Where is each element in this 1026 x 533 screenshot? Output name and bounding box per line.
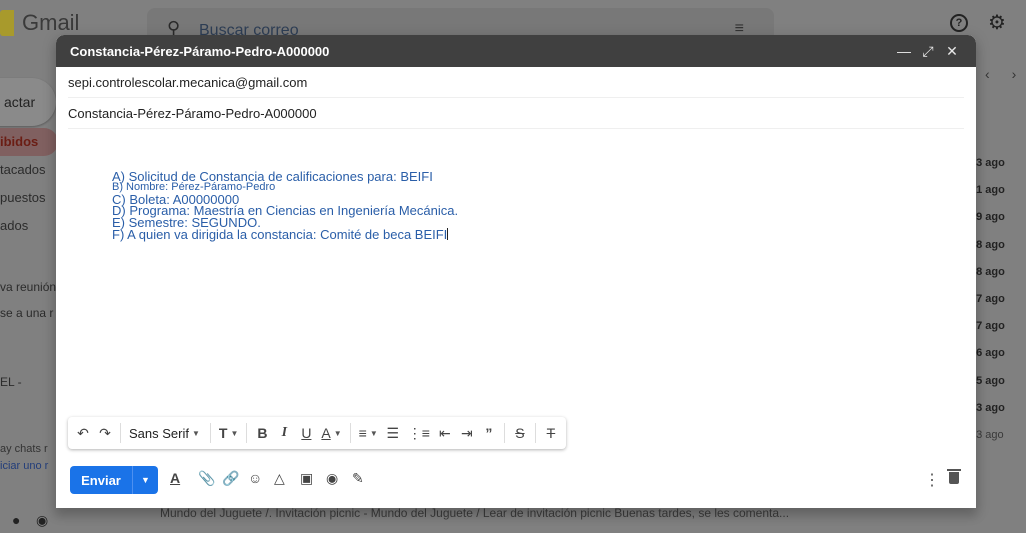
pagination-arrows[interactable]: ‹› — [985, 66, 1026, 82]
email-date: 23 ago — [970, 157, 1005, 169]
body-line: B) Nombre: Pérez-Páramo-Pedro — [112, 181, 276, 194]
attach-file-icon[interactable]: 📎 — [198, 470, 215, 487]
chevron-down-icon: ▼ — [333, 428, 342, 438]
indent-more-icon[interactable]: ⇥ — [456, 419, 478, 447]
no-chats-text: ay chats r — [0, 443, 48, 455]
start-chat-link[interactable]: iciar uno r — [0, 460, 56, 472]
gmail-logo-text: Gmail — [22, 10, 80, 35]
more-options-icon[interactable]: ⋮ — [924, 470, 940, 490]
email-date: 13 ago — [970, 401, 1005, 414]
email-date: 15 ago — [970, 374, 1005, 387]
send-button-group: Enviar ▼ — [70, 466, 158, 494]
fullscreen-icon[interactable]: ⤢ — [918, 43, 938, 60]
compose-button-label: actar — [4, 94, 36, 110]
help-icon[interactable]: ? — [950, 14, 968, 32]
email-date: 17 ago — [970, 292, 1005, 305]
meet-new-meeting[interactable]: va reunión — [0, 280, 56, 294]
minimize-icon[interactable]: — — [894, 43, 914, 59]
insert-photo-icon[interactable]: ▣ — [300, 470, 313, 487]
trash-bin — [949, 472, 959, 484]
body-line: F) A quien va dirigida la constancia: Co… — [112, 227, 976, 243]
discard-draft-icon[interactable] — [947, 469, 961, 484]
email-date: 13 ago — [970, 428, 1004, 441]
confidential-mode-icon[interactable]: ◉ — [326, 470, 338, 487]
hangouts-bottom-icons[interactable]: ● ◉ — [12, 512, 48, 529]
sidebar-item-snoozed[interactable]: puestos — [0, 184, 58, 212]
email-date: 18 ago — [970, 265, 1005, 278]
bulleted-list-icon[interactable]: ⋮≡ — [404, 419, 434, 447]
body-line-text: F) A quien va dirigida la constancia: Co… — [112, 227, 448, 243]
numbered-list-icon[interactable]: ☰ — [382, 419, 404, 447]
font-family-label: Sans Serif — [129, 425, 189, 441]
message-body[interactable]: A) Solicitud de Constancia de calificaci… — [56, 131, 976, 421]
align-icon[interactable]: ≡ ▼ — [355, 419, 382, 447]
redo-icon[interactable]: ↷ — [94, 419, 116, 447]
trash-lid — [947, 469, 961, 471]
gmail-logo: Gmail — [0, 10, 79, 36]
undo-icon[interactable]: ↶ — [72, 419, 94, 447]
sidebar-item-inbox[interactable]: ibidos — [0, 128, 58, 156]
signature-pen-icon[interactable]: ✎ — [352, 470, 364, 487]
formatting-toolbar: ↶ ↷ Sans Serif ▼ T ▼ B I U A ▼ ≡ ▼ ☰ ⋮≡ ⇤ ⇥ … — [68, 417, 566, 449]
font-family-select[interactable]: Sans Serif ▼ — [125, 419, 206, 447]
toolbar-divider — [120, 423, 121, 443]
indent-less-icon[interactable]: ⇤ — [434, 419, 456, 447]
sidebar-item-sent[interactable]: ados — [0, 212, 58, 240]
chevron-down-icon: ▼ — [230, 428, 239, 438]
send-button[interactable]: Enviar — [70, 473, 132, 488]
toolbar-divider — [349, 423, 351, 443]
compose-title: Constancia-Pérez-Páramo-Pedro-A000000 — [70, 43, 330, 59]
compose-actions-bar: Enviar ▼ A 📎 🔗 ☺ △ ▣ ◉ ✎ ⋮ — [56, 460, 976, 502]
compose-button[interactable]: actar — [0, 78, 56, 126]
email-date-column: 23 ago 21 ago 19 ago 18 ago 18 ago 17 ag… — [968, 150, 1026, 449]
compose-window: Constancia-Pérez-Páramo-Pedro-A000000 — … — [56, 35, 976, 508]
email-date: 16 ago — [970, 347, 1005, 360]
subject-field[interactable]: Constancia-Pérez-Páramo-Pedro-A000000 — [68, 98, 964, 129]
italic-icon[interactable]: I — [273, 419, 295, 447]
compose-header[interactable]: Constancia-Pérez-Páramo-Pedro-A000000 — … — [56, 35, 976, 67]
sidebar: ibidos tacados puestos ados — [0, 128, 58, 240]
to-field[interactable]: sepi.controlescolar.mecanica@gmail.com — [68, 67, 964, 98]
chevron-down-icon: ▼ — [191, 428, 200, 438]
email-date: 17 ago — [970, 320, 1005, 333]
text-cursor — [447, 228, 449, 241]
quote-icon[interactable]: ” — [478, 419, 500, 447]
insert-link-icon[interactable]: 🔗 — [222, 470, 239, 487]
toolbar-divider — [503, 423, 505, 443]
email-date: 21 ago — [970, 184, 1005, 197]
emoji-icon[interactable]: ☺ — [248, 470, 262, 486]
meet-join-meeting[interactable]: se a una r — [0, 306, 56, 320]
chevron-down-icon: ▼ — [369, 428, 378, 438]
hangouts-user[interactable]: EL - — [0, 375, 56, 389]
email-date: 18 ago — [970, 238, 1005, 251]
font-size-icon[interactable]: T ▼ — [215, 419, 242, 447]
close-icon[interactable]: ✕ — [942, 43, 962, 60]
bold-icon[interactable]: B — [251, 419, 273, 447]
sidebar-item-starred[interactable]: tacados — [0, 156, 58, 184]
google-drive-icon[interactable]: △ — [274, 470, 285, 487]
toolbar-divider — [534, 423, 536, 443]
remove-formatting-icon[interactable]: T — [540, 419, 562, 447]
strikethrough-icon[interactable]: S — [509, 419, 531, 447]
formatting-options-icon[interactable]: A — [170, 470, 180, 486]
settings-gear-icon[interactable]: ⚙ — [988, 10, 1006, 35]
gmail-logo-mark — [0, 10, 14, 36]
email-date: 19 ago — [970, 211, 1005, 224]
text-color-icon[interactable]: A ▼ — [317, 419, 345, 447]
underline-icon[interactable]: U — [295, 419, 317, 447]
schedule-send-dropdown-icon[interactable]: ▼ — [132, 466, 158, 494]
toolbar-divider — [209, 423, 211, 443]
toolbar-divider — [246, 423, 248, 443]
